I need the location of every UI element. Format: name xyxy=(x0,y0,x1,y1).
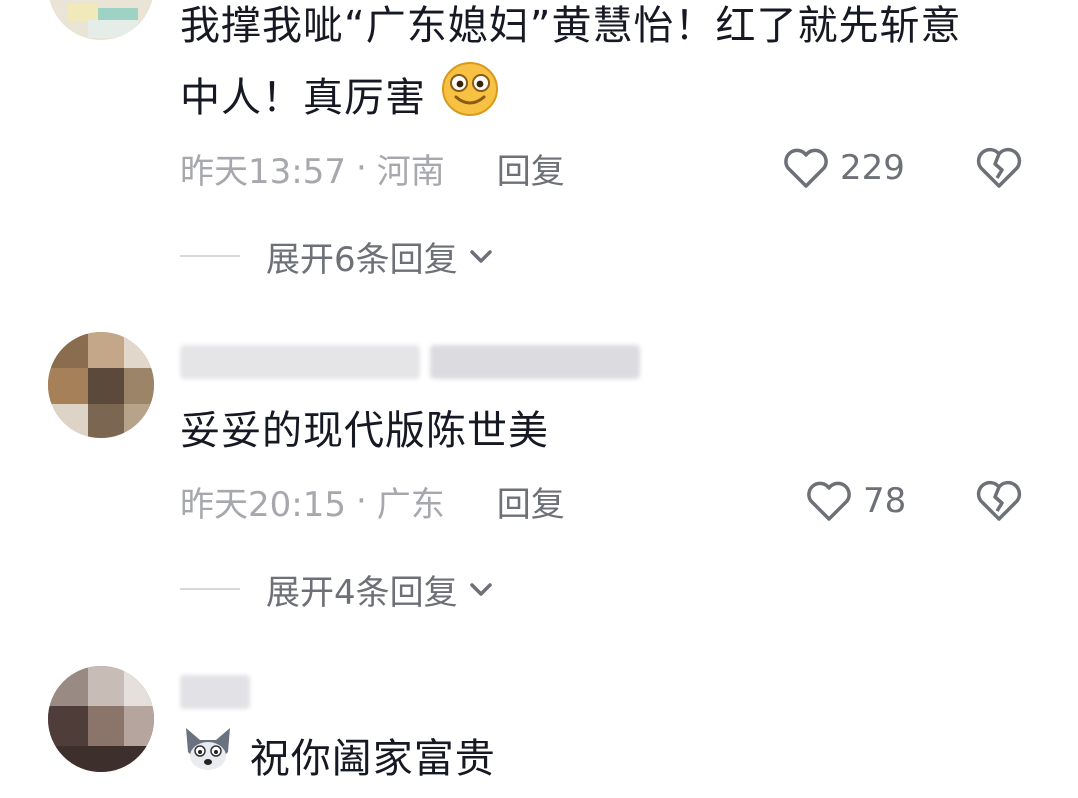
comment-text: 我撑我呲“广东媳妇”黄慧怡！红了就先斩意 中人！真厉害 xyxy=(180,0,1040,139)
reply-button[interactable]: 回复 xyxy=(497,477,565,526)
expand-replies-label: 展开4条回复 xyxy=(266,572,458,613)
avatar[interactable] xyxy=(48,666,154,772)
like-button[interactable]: 78 xyxy=(805,476,906,526)
meta-separator: · xyxy=(355,481,367,521)
chevron-down-icon xyxy=(469,250,492,263)
comment-meta: 昨天20:15 · 广东 回复 xyxy=(180,476,565,526)
broken-heart-icon[interactable] xyxy=(975,477,1023,525)
avatar[interactable] xyxy=(48,0,154,40)
expand-replies-label: 展开6条回复 xyxy=(266,239,458,280)
username-blur xyxy=(430,345,640,379)
expand-replies-button[interactable]: 展开6条回复 xyxy=(180,231,496,281)
username-blur xyxy=(180,345,420,379)
username-obscured[interactable] xyxy=(180,342,640,382)
comment-meta: 昨天13:57 · 河南 回复 xyxy=(180,143,565,193)
broken-heart-icon[interactable] xyxy=(975,144,1023,192)
like-button[interactable]: 229 xyxy=(782,143,905,193)
comment-time: 昨天13:57 xyxy=(180,151,346,192)
like-count: 229 xyxy=(840,148,905,188)
comment-text: 祝你阖家富贵 xyxy=(180,724,1040,798)
comment-text-span: 中人！真厉害 xyxy=(180,75,426,121)
username-blur xyxy=(180,675,250,709)
username-obscured[interactable] xyxy=(180,672,250,712)
expand-replies-button[interactable]: 展开4条回复 xyxy=(180,564,496,614)
comment-text-line: 我撑我呲“广东媳妇”黄慧怡！红了就先斩意 xyxy=(180,3,962,49)
divider-line xyxy=(180,588,240,590)
comment-text: 妥妥的现代版陈世美 xyxy=(180,408,549,454)
smile-emoji-icon xyxy=(440,61,500,139)
divider-line xyxy=(180,255,240,257)
avatar[interactable] xyxy=(48,332,154,438)
chevron-down-icon xyxy=(469,583,492,596)
comment-text-line: 中人！真厉害 xyxy=(180,61,1040,139)
wolf-emoji-icon xyxy=(180,724,236,798)
meta-separator: · xyxy=(355,148,367,188)
heart-outline-icon xyxy=(784,148,828,188)
comment-time: 昨天20:15 xyxy=(180,484,346,525)
like-count: 78 xyxy=(863,481,907,521)
comment-location: 河南 xyxy=(376,151,445,192)
comment-text-span: 祝你阖家富贵 xyxy=(249,736,496,782)
heart-outline-icon xyxy=(807,481,851,521)
reply-button[interactable]: 回复 xyxy=(497,144,565,193)
comment-location: 广东 xyxy=(376,484,445,525)
